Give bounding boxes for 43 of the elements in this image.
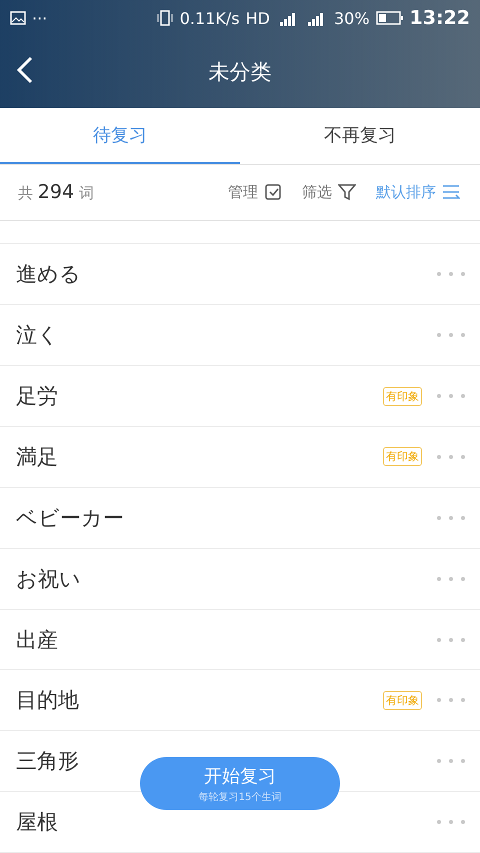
start-review-button[interactable]: 开始复习 每轮复习15个生词: [140, 757, 340, 810]
word-text: 満足: [16, 444, 59, 471]
battery-percent: 30%: [334, 8, 370, 28]
word-text: 目的地: [16, 687, 80, 714]
familiar-tag: 有印象: [383, 690, 422, 710]
clock: 13:22: [410, 7, 470, 29]
more-icon[interactable]: [436, 819, 466, 826]
familiar-tag: 有印象: [383, 447, 422, 466]
more-icon[interactable]: [436, 758, 466, 764]
tab[interactable]: 待复习: [0, 108, 240, 164]
more-icon[interactable]: [436, 636, 466, 643]
more-icon[interactable]: [436, 514, 466, 521]
word-text: ベビーカー: [16, 504, 125, 532]
battery-icon: [376, 11, 404, 25]
page-title: 未分类: [208, 59, 272, 86]
checkbox-icon: [264, 183, 282, 202]
word-text: 泣く: [16, 322, 60, 350]
sort-icon: [442, 184, 460, 200]
more-icon[interactable]: [436, 271, 466, 278]
network-speed: 0.11K/s: [180, 8, 240, 28]
manage-button[interactable]: 管理: [222, 182, 288, 202]
word-text: 三角形: [16, 748, 80, 776]
vibrate-icon: [156, 10, 174, 26]
more-icon[interactable]: [436, 454, 466, 460]
more-icon[interactable]: [436, 576, 466, 582]
word-text: 出産: [16, 626, 59, 654]
hd-label: HD: [246, 8, 270, 28]
word-text: 足労: [16, 383, 59, 410]
word-text: 進める: [16, 261, 82, 288]
word-count: 共 294 词: [18, 181, 94, 204]
image-icon: [10, 11, 26, 25]
word-text: お祝い: [16, 566, 82, 593]
filter-button[interactable]: 筛选: [296, 182, 362, 202]
sort-button[interactable]: 默认排序: [370, 182, 466, 202]
familiar-tag: 有印象: [383, 386, 422, 406]
more-icon[interactable]: [436, 393, 466, 400]
notification-more: ···: [32, 8, 48, 28]
word-text: 屋根: [16, 809, 59, 836]
more-icon[interactable]: [436, 697, 466, 704]
more-icon[interactable]: [436, 332, 466, 338]
back-button[interactable]: [16, 56, 34, 84]
tab[interactable]: 不再复习: [240, 108, 480, 164]
filter-icon: [338, 183, 356, 202]
